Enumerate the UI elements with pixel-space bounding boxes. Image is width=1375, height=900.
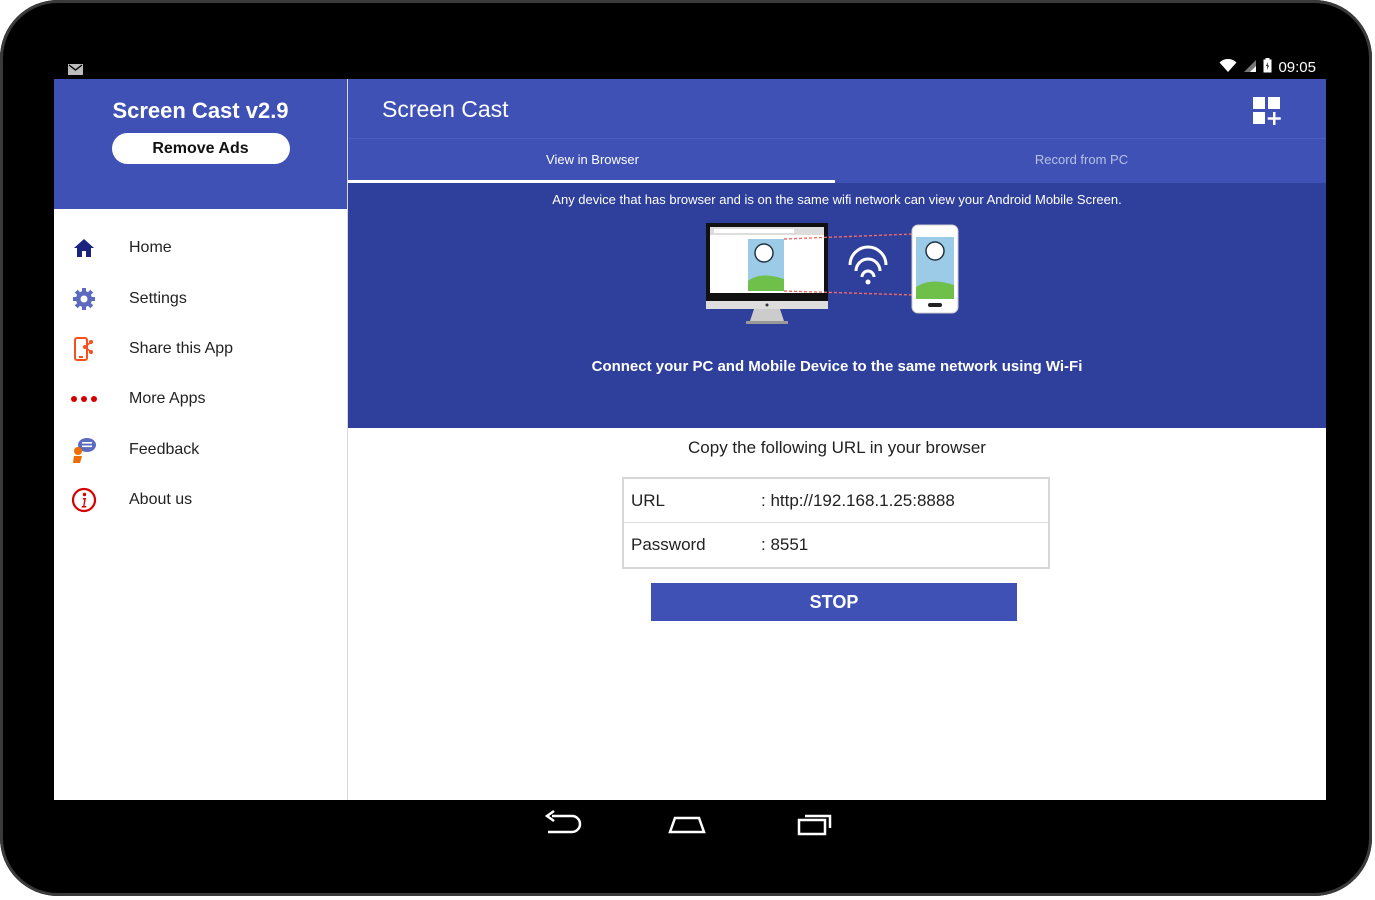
pc-phone-wifi-illustration xyxy=(706,223,959,324)
add-widget-icon[interactable] xyxy=(1252,96,1282,126)
gmail-notification-icon xyxy=(68,62,83,80)
gear-icon xyxy=(71,286,97,312)
connection-details: URL : http://192.168.1.25:8888 Password … xyxy=(622,477,1050,569)
menu-item-settings[interactable]: Settings xyxy=(54,273,347,323)
url-value[interactable]: : http://192.168.1.25:8888 xyxy=(761,491,955,511)
tab-bar: View in Browser Record from PC xyxy=(348,138,1326,183)
back-icon[interactable] xyxy=(542,808,582,838)
wifi-icon xyxy=(1219,58,1237,77)
toolbar-title: Screen Cast xyxy=(382,96,509,122)
info-icon xyxy=(71,487,97,513)
password-row: Password : 8551 xyxy=(624,523,1048,566)
info-banner: Any device that has browser and is on th… xyxy=(348,183,1326,428)
home-icon xyxy=(71,235,97,261)
menu-item-more-apps[interactable]: More Apps xyxy=(54,374,347,424)
drawer-menu: Home Settings Share this App More Apps F… xyxy=(54,209,347,525)
screen: 09:05 Screen Cast v2.9 Remove Ads Home S… xyxy=(54,54,1326,800)
stop-button[interactable]: STOP xyxy=(651,583,1017,621)
recents-icon[interactable] xyxy=(796,808,836,838)
signal-icon xyxy=(1243,59,1257,77)
menu-label-settings: Settings xyxy=(129,289,187,307)
menu-item-about[interactable]: About us xyxy=(54,475,347,525)
menu-item-share[interactable]: Share this App xyxy=(54,324,347,374)
menu-label-feedback: Feedback xyxy=(129,440,200,458)
menu-label-home: Home xyxy=(129,239,172,257)
password-label: Password xyxy=(631,535,706,554)
more-dots-icon xyxy=(71,386,97,412)
home-nav-icon[interactable] xyxy=(667,808,707,838)
main-content: Screen Cast View in Browser Record from … xyxy=(348,79,1326,800)
clock: 09:05 xyxy=(1278,59,1316,76)
menu-item-home[interactable]: Home xyxy=(54,223,347,273)
system-nav-bar xyxy=(0,800,1372,850)
banner-instruction: Connect your PC and Mobile Device to the… xyxy=(591,358,1083,375)
banner-description: Any device that has browser and is on th… xyxy=(552,192,1122,207)
navigation-drawer: Screen Cast v2.9 Remove Ads Home Setting… xyxy=(54,79,348,800)
menu-label-more-apps: More Apps xyxy=(129,390,206,408)
tab-record-from-pc[interactable]: Record from PC xyxy=(837,139,1326,183)
status-bar: 09:05 xyxy=(54,54,1326,79)
copy-url-instruction: Copy the following URL in your browser xyxy=(688,438,986,457)
battery-icon xyxy=(1263,58,1272,77)
share-icon xyxy=(71,336,97,362)
menu-item-feedback[interactable]: Feedback xyxy=(54,425,347,475)
menu-label-share: Share this App xyxy=(129,339,234,357)
menu-label-about: About us xyxy=(129,491,193,509)
feedback-icon xyxy=(71,437,97,463)
url-label: URL xyxy=(631,491,666,510)
app-title: Screen Cast v2.9 xyxy=(112,98,289,123)
drawer-header: Screen Cast v2.9 Remove Ads xyxy=(54,79,347,209)
tab-view-in-browser[interactable]: View in Browser xyxy=(348,139,837,183)
remove-ads-button[interactable]: Remove Ads xyxy=(111,133,290,164)
password-value[interactable]: : 8551 xyxy=(761,535,808,555)
url-row: URL : http://192.168.1.25:8888 xyxy=(624,479,1048,523)
app-toolbar: Screen Cast xyxy=(348,79,1326,138)
tablet-frame: 09:05 Screen Cast v2.9 Remove Ads Home S… xyxy=(0,0,1372,896)
